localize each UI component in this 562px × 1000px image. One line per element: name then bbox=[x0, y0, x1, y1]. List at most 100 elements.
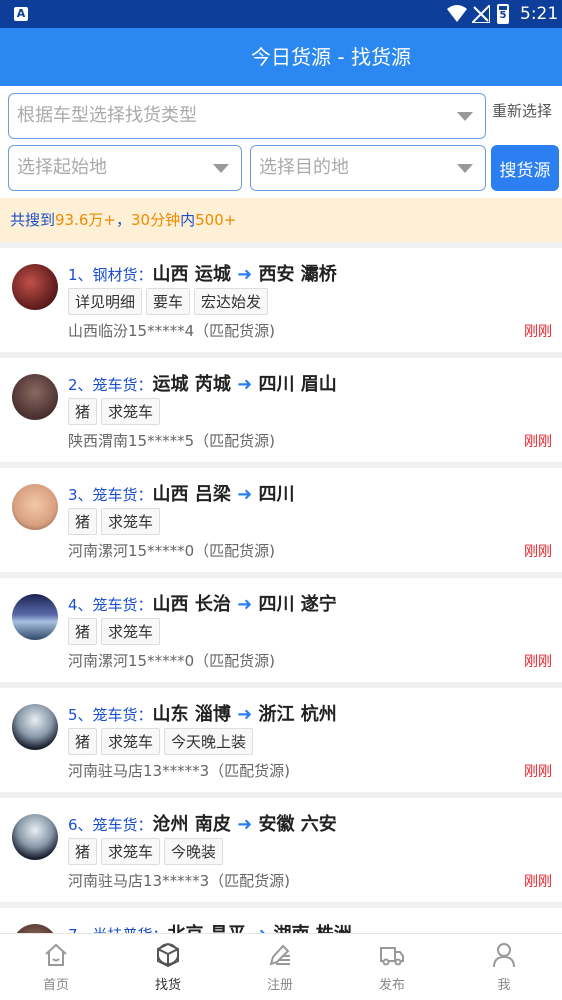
posted-time: 刚刚 bbox=[524, 544, 552, 560]
origin: 山东 淄博 bbox=[152, 704, 231, 725]
destination: 四川 眉山 bbox=[258, 374, 337, 395]
bottom-tab-bar: 首页 找货 注册 发布 我 bbox=[0, 933, 562, 1000]
tag-list: 猪求笼车 bbox=[68, 508, 164, 535]
origin: 沧州 南皮 bbox=[152, 814, 231, 835]
tab-find-cargo[interactable]: 找货 bbox=[112, 934, 224, 1000]
reselect-button[interactable]: 重新选择 bbox=[492, 100, 552, 121]
destination: 湖南 株洲 bbox=[273, 924, 351, 933]
cargo-card[interactable]: 6、笼车货：沧州 南皮 ➜ 安徽 六安猪求笼车 今晚装河南驻马店13*****3（… bbox=[0, 798, 562, 902]
destination: 四川 bbox=[258, 484, 295, 505]
total-count: 93.6万+ bbox=[55, 211, 116, 229]
posted-time: 刚刚 bbox=[524, 324, 552, 340]
origin: 北京 昌平 bbox=[168, 924, 246, 933]
origin-placeholder: 选择起始地 bbox=[17, 157, 107, 178]
avatar bbox=[12, 814, 58, 860]
cargo-category: 1、钢材货： bbox=[68, 266, 153, 284]
user-icon bbox=[493, 943, 515, 968]
cargo-category: 3、笼车货： bbox=[68, 486, 153, 504]
cargo-tag: 今晚装 bbox=[164, 838, 224, 865]
route-title: 1、钢材货：山西 运城 ➜ 西安 灞桥 bbox=[68, 260, 337, 286]
truck-icon bbox=[380, 947, 404, 966]
edit-icon bbox=[269, 944, 290, 966]
cargo-tag: 求笼车 bbox=[101, 728, 161, 755]
search-cargo-button[interactable]: 搜货源 bbox=[491, 145, 559, 191]
cargo-card[interactable]: 5、笼车货：山东 淄博 ➜ 浙江 杭州猪求笼车 今天晚上装 河南驻马店13*****… bbox=[0, 688, 562, 792]
tab-me[interactable]: 我 bbox=[448, 934, 560, 1000]
filter-panel: 根据车型选择找货类型 重新选择 选择起始地 选择目的地 搜货源 bbox=[0, 86, 562, 198]
route-title: 2、笼车货：运城 芮城 ➜ 四川 眉山 bbox=[68, 370, 337, 396]
tab-label: 注册 bbox=[266, 978, 293, 993]
route-title: 4、笼车货：山西 长治 ➜ 四川 遂宁 bbox=[68, 590, 337, 616]
cargo-card[interactable]: 3、笼车货：山西 吕梁 ➜ 四川猪求笼车 河南漯河15*****0（匹配货源) 刚刚 bbox=[0, 468, 562, 572]
no-signal-icon bbox=[472, 5, 490, 23]
publisher-info: 河南漯河15*****0（匹配货源) bbox=[68, 652, 275, 670]
cargo-tag: 要车 bbox=[146, 288, 191, 315]
cargo-card[interactable]: 7、半挂普货：北京 昌平 ➜ 湖南 株洲 bbox=[0, 908, 562, 933]
tag-list: 猪求笼车 今晚装 bbox=[68, 838, 227, 865]
destination-placeholder: 选择目的地 bbox=[259, 157, 349, 178]
posted-time: 刚刚 bbox=[524, 764, 552, 780]
route-arrow-icon: ➜ bbox=[237, 264, 253, 285]
publisher-info: 山西临汾15*****4（匹配货源) bbox=[68, 322, 275, 340]
cargo-type-select[interactable]: 根据车型选择找货类型 bbox=[8, 93, 486, 139]
avatar bbox=[12, 374, 58, 420]
summary-prefix: 共搜到 bbox=[10, 211, 56, 229]
route-title: 5、笼车货：山东 淄博 ➜ 浙江 杭州 bbox=[68, 700, 337, 726]
cargo-tag: 宏达始发 bbox=[194, 288, 269, 315]
cargo-tag: 今天晚上装 bbox=[164, 728, 254, 755]
cargo-tag: 求笼车 bbox=[101, 508, 161, 535]
avatar bbox=[12, 594, 58, 640]
tab-label: 找货 bbox=[154, 978, 181, 993]
destination: 四川 遂宁 bbox=[258, 594, 337, 615]
avatar bbox=[12, 924, 58, 933]
destination-select[interactable]: 选择目的地 bbox=[250, 145, 486, 191]
publisher-info: 河南驻马店13*****3（匹配货源) bbox=[68, 872, 290, 890]
route-arrow-icon: ➜ bbox=[252, 924, 267, 933]
posted-time: 刚刚 bbox=[524, 874, 552, 890]
cargo-tag: 求笼车 bbox=[101, 618, 161, 645]
cargo-tag: 猪 bbox=[68, 728, 98, 755]
tab-home[interactable]: 首页 bbox=[0, 934, 112, 1000]
cargo-category: 5、笼车货： bbox=[68, 706, 153, 724]
tag-list: 猪求笼车 bbox=[68, 618, 164, 645]
tag-list: 详见明细 要车 宏达始发 bbox=[68, 288, 272, 315]
cargo-tag: 猪 bbox=[68, 618, 98, 645]
cargo-card[interactable]: 2、笼车货：运城 芮城 ➜ 四川 眉山猪求笼车 陕西渭南15*****5（匹配货源… bbox=[0, 358, 562, 462]
route-arrow-icon: ➜ bbox=[237, 594, 253, 615]
cargo-card[interactable]: 1、钢材货：山西 运城 ➜ 西安 灞桥 详见明细 要车 宏达始发 山西临汾15*****… bbox=[0, 248, 562, 352]
origin: 山西 运城 bbox=[152, 264, 231, 285]
dropdown-caret-icon bbox=[457, 164, 473, 173]
cargo-tag: 详见明细 bbox=[68, 288, 143, 315]
cargo-tag: 猪 bbox=[68, 398, 98, 425]
tab-publish[interactable]: 发布 bbox=[336, 934, 448, 1000]
cargo-tag: 求笼车 bbox=[101, 838, 161, 865]
cargo-category: 2、笼车货： bbox=[68, 376, 153, 394]
search-summary: 共搜到93.6万+，30分钟内500+ bbox=[0, 198, 562, 242]
posted-time: 刚刚 bbox=[524, 434, 552, 450]
clock: 5:21 bbox=[520, 4, 559, 24]
avatar bbox=[12, 704, 58, 750]
battery-icon: 5 bbox=[497, 4, 509, 24]
route-title: 6、笼车货：沧州 南皮 ➜ 安徽 六安 bbox=[68, 810, 337, 836]
battery-level: 5 bbox=[499, 10, 507, 22]
cargo-tag: 求笼车 bbox=[101, 398, 161, 425]
destination: 安徽 六安 bbox=[258, 814, 337, 835]
tab-register[interactable]: 注册 bbox=[224, 934, 336, 1000]
origin: 山西 长治 bbox=[152, 594, 231, 615]
cargo-tag: 猪 bbox=[68, 508, 98, 535]
app-notification-icon: A bbox=[14, 7, 28, 21]
cargo-type-placeholder: 根据车型选择找货类型 bbox=[17, 105, 197, 126]
destination: 西安 灞桥 bbox=[258, 264, 337, 285]
tab-label: 发布 bbox=[378, 978, 405, 993]
destination: 浙江 杭州 bbox=[258, 704, 337, 725]
route-arrow-icon: ➜ bbox=[237, 814, 253, 835]
cargo-tag: 猪 bbox=[68, 838, 98, 865]
cargo-card[interactable]: 4、笼车货：山西 长治 ➜ 四川 遂宁猪求笼车河南漯河15*****0（匹配货源… bbox=[0, 578, 562, 682]
tab-label: 首页 bbox=[42, 978, 69, 993]
summary-comma: ， bbox=[115, 211, 131, 229]
status-bar: A 5 5:21 bbox=[0, 0, 562, 28]
summary-within: 内 bbox=[180, 211, 196, 229]
origin: 运城 芮城 bbox=[152, 374, 231, 395]
posted-time: 刚刚 bbox=[524, 654, 552, 670]
origin-select[interactable]: 选择起始地 bbox=[8, 145, 242, 191]
